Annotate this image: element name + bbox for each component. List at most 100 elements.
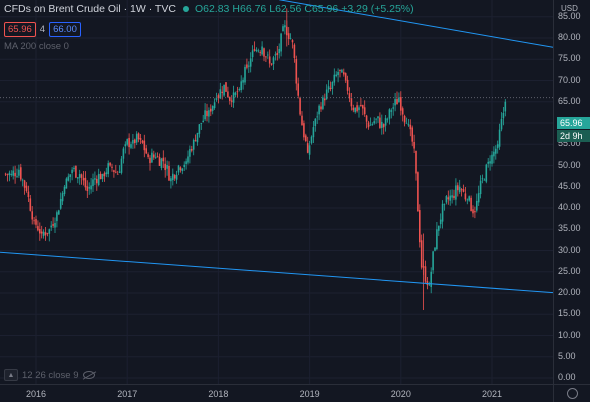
candle-body (192, 140, 195, 150)
sell-button[interactable]: 65.96 (4, 22, 36, 37)
candle-body (398, 97, 400, 103)
candle-body (158, 156, 161, 166)
time-label: 2018 (208, 389, 229, 399)
hidden-eye-icon[interactable] (82, 371, 95, 379)
price-axis[interactable]: USD 90.0085.0080.0075.0070.0065.0060.005… (553, 0, 590, 384)
time-label: 2019 (299, 389, 320, 399)
candle-body (12, 170, 14, 176)
candle-body (107, 163, 109, 175)
candle-body (270, 63, 273, 65)
candle-body (276, 52, 279, 55)
candlestick-chart[interactable] (0, 0, 553, 384)
candle-body (464, 193, 467, 200)
legend-high: H66.76 (232, 3, 267, 15)
collapse-legend-button[interactable]: ▲ (4, 369, 18, 381)
candle-body (333, 74, 336, 83)
candle-body (78, 174, 81, 178)
candle-body (504, 101, 507, 112)
candle-body (139, 137, 142, 140)
candle-body (257, 50, 260, 52)
time-axis[interactable]: 2016 2017 2018 2019 2020 2021 (0, 384, 553, 402)
macd-indicator-label[interactable]: 12 26 close 9 (22, 370, 79, 381)
candle-body (238, 89, 241, 91)
candle-body (246, 64, 248, 68)
candle-body (453, 195, 455, 199)
candle-body (369, 124, 372, 126)
legend-change: +3.29 (+5.25%) (341, 3, 414, 15)
candles (4, 8, 507, 310)
candle-body (153, 154, 155, 158)
candle-body (164, 163, 166, 171)
candle-body (299, 97, 301, 115)
candle-body (61, 193, 64, 202)
candle-body (329, 87, 332, 89)
candle-body (105, 172, 108, 175)
candle-body (280, 33, 282, 52)
candle-body (92, 179, 94, 186)
symbol-title[interactable]: CFDs on Brent Crude Oil · 1W · TVC (4, 3, 176, 15)
candle-body (4, 173, 7, 175)
candle-body (219, 89, 222, 99)
candle-body (390, 110, 393, 112)
candle-body (166, 165, 168, 169)
gear-icon[interactable] (567, 388, 578, 399)
candle-body (134, 139, 136, 144)
candle-body (77, 177, 79, 179)
candle-body (481, 178, 484, 180)
candle-body (130, 144, 132, 148)
candle-body (160, 158, 163, 168)
candle-body (210, 108, 212, 112)
candle-body (37, 226, 39, 231)
candle-body (213, 102, 216, 109)
candle-body (42, 231, 45, 236)
time-label: 2016 (26, 389, 47, 399)
candle-body (297, 83, 299, 96)
candle-body (403, 115, 406, 123)
candle-body (363, 107, 366, 115)
candle-body (25, 185, 28, 191)
candle-body (318, 105, 320, 115)
candle-body (227, 91, 229, 97)
price-tick-label: 80.00 (558, 32, 581, 42)
candle-body (470, 197, 472, 212)
trade-buttons: 65.96 4 66.00 (4, 22, 81, 37)
candle-body (462, 189, 465, 192)
candle-body (373, 121, 375, 124)
candle-body (400, 97, 402, 111)
price-tick-label: 25.00 (558, 265, 581, 276)
candle-body (122, 148, 125, 159)
candle-body (284, 25, 286, 28)
candle-body (386, 119, 389, 121)
candle-body (29, 198, 32, 211)
candle-body (230, 100, 233, 102)
candle-body (259, 52, 261, 54)
candle-body (111, 166, 113, 168)
candle-body (493, 151, 495, 157)
candle-body (67, 176, 70, 181)
legend-close: C65.96 (304, 3, 339, 15)
candle-body (420, 240, 423, 268)
candle-body (202, 120, 204, 122)
candle-body (143, 140, 146, 151)
candle-body (405, 123, 408, 124)
candle-body (350, 98, 353, 107)
candle-body (244, 66, 246, 83)
candle-body (88, 187, 90, 189)
candle-body (360, 104, 362, 106)
candle-body (21, 179, 24, 181)
candle-body (287, 33, 290, 39)
legend-low: L62.56 (269, 3, 302, 15)
chart-area[interactable]: CFDs on Brent Crude Oil · 1W · TVC O62.8… (0, 0, 553, 384)
candle-body (384, 117, 387, 126)
candle-body (337, 72, 339, 76)
candle-body (27, 191, 30, 198)
candle-body (365, 115, 368, 122)
ma-indicator-legend[interactable]: MA 200 close 0 (4, 41, 69, 52)
candle-body (476, 200, 478, 211)
buy-button[interactable]: 66.00 (49, 22, 81, 37)
candle-body (204, 110, 206, 120)
candle-body (208, 110, 210, 117)
candle-body (54, 222, 56, 228)
price-tick-label: 50.00 (558, 159, 581, 170)
candle-body (181, 168, 184, 172)
